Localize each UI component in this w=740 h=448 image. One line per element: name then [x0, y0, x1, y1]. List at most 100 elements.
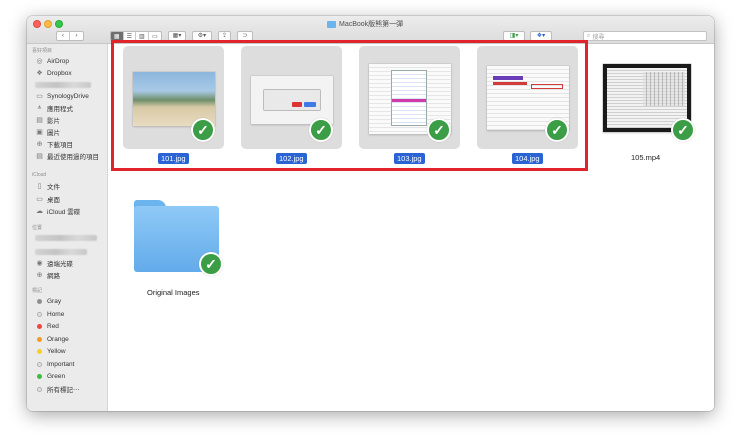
search-icon: ⌕ [587, 32, 591, 39]
sidebar-item-label: 遠端光碟 [47, 261, 73, 268]
share-icon: ⇪ [221, 33, 228, 39]
sidebar-item-documents[interactable]: ▯ 文件 [35, 181, 60, 191]
list-view-button[interactable]: ☰ [124, 32, 137, 40]
sidebar-item-tag-green[interactable]: Green [35, 371, 65, 381]
disc-icon: ◉ [36, 260, 43, 267]
sidebar-item-applications[interactable]: ⩚ 應用程式 [35, 103, 73, 113]
documents-icon: ▯ [37, 183, 42, 190]
tag-color-dot [37, 348, 42, 354]
downloads-icon: ⊕ [36, 141, 43, 148]
file-name: 105.mp4 [631, 153, 661, 162]
sidebar-item-label: SynologyDrive [47, 92, 89, 100]
sidebar-heading-favorites: 喜好項目 [32, 48, 53, 54]
sidebar-item-label: AirDrop [47, 57, 70, 65]
tag-color-dot [37, 336, 42, 342]
sidebar-item-tag-important[interactable]: Important [35, 359, 74, 369]
sidebar-item-label: Important [47, 360, 75, 368]
tag-color-dot [37, 361, 42, 367]
gear-icon: ⚙▾ [197, 33, 207, 39]
sidebar-item-label: 所有標記⋯ [47, 387, 80, 394]
sidebar-item-airdrop[interactable]: ◎ AirDrop [35, 56, 69, 66]
airdrop-icon: ◎ [36, 58, 43, 65]
pictures-icon: ▣ [36, 129, 43, 136]
sidebar-item-tag-home[interactable]: Home [35, 309, 64, 319]
file-name: Original Images [147, 288, 200, 297]
tag-color-dot [37, 386, 42, 392]
sidebar-item-downloads[interactable]: ⊕ 下載項目 [35, 139, 73, 149]
sidebar-item-label: Orange [47, 335, 69, 343]
file-item-105[interactable]: ✓ 105.mp4 [591, 46, 701, 186]
highlight-frame [111, 40, 588, 171]
sidebar: 喜好項目 ◎ AirDrop ❖ Dropbox ▭ SynologyDrive… [27, 44, 108, 411]
tag-color-dot [37, 373, 42, 379]
redacted-sidebar-item [35, 235, 97, 241]
column-view-button[interactable]: ▥ [136, 32, 149, 40]
folder-icon: ▭ [36, 93, 43, 100]
sidebar-item-label: 下載項目 [47, 142, 73, 149]
icon-view-button[interactable]: ▦ [111, 32, 124, 40]
synology-icon: ◨▾ [509, 33, 519, 39]
desktop-icon: ▭ [36, 196, 43, 203]
movies-icon: ▤ [36, 117, 43, 124]
network-icon: ⊕ [36, 272, 43, 279]
tag-icon: ⊃ [242, 33, 248, 39]
dropbox-icon: ❖ [36, 70, 43, 77]
search-field[interactable]: ⌕ 搜尋 [583, 31, 707, 41]
minimize-window-button[interactable] [44, 20, 52, 28]
sidebar-heading-locations: 位置 [32, 225, 43, 231]
close-window-button[interactable] [33, 20, 41, 28]
icloud-icon: ☁ [36, 208, 43, 215]
sidebar-item-label: Red [47, 322, 59, 330]
back-forward-control: ‹ › [56, 31, 84, 41]
sidebar-item-tag-yellow[interactable]: Yellow [35, 346, 66, 356]
sidebar-item-label: Gray [47, 297, 62, 305]
dropbox-icon: ❖▾ [536, 33, 546, 39]
sidebar-item-label: 文件 [47, 184, 60, 191]
tag-color-dot [37, 323, 42, 329]
sidebar-item-icloud-drive[interactable]: ☁ iCloud 雲碟 [35, 206, 80, 216]
sidebar-item-tag-gray[interactable]: Gray [35, 296, 61, 306]
checkmark-icon: ✓ [199, 252, 223, 276]
redacted-sidebar-item [35, 249, 87, 255]
tag-color-dot [37, 311, 42, 317]
sidebar-item-network[interactable]: ⊕ 網路 [35, 270, 60, 280]
checkmark-icon: ✓ [671, 118, 695, 142]
sidebar-item-remote-disc[interactable]: ◉ 遠端光碟 [35, 258, 73, 268]
zoom-window-button[interactable] [55, 20, 63, 28]
sidebar-item-label: Yellow [47, 347, 66, 355]
sidebar-item-label: Home [47, 310, 65, 318]
back-button[interactable]: ‹ [57, 32, 70, 40]
sidebar-item-label: Green [47, 372, 66, 380]
sidebar-item-tag-orange[interactable]: Orange [35, 334, 69, 344]
group-icon: ▦▾ [172, 33, 182, 39]
sidebar-heading-icloud: iCloud [32, 172, 47, 178]
sidebar-item-label: 圖片 [47, 130, 60, 137]
sidebar-item-dropbox[interactable]: ❖ Dropbox [35, 68, 72, 78]
sidebar-item-synologydrive[interactable]: ▭ SynologyDrive [35, 91, 89, 101]
search-placeholder: 搜尋 [592, 34, 605, 41]
sidebar-item-label: 桌面 [47, 197, 60, 204]
sidebar-item-label: 網路 [47, 273, 60, 280]
folder-icon [327, 20, 336, 28]
sidebar-heading-tags: 標記 [32, 288, 43, 294]
sidebar-item-label: iCloud 雲碟 [47, 209, 81, 216]
forward-button[interactable]: › [70, 32, 83, 40]
applications-icon: ⩚ [37, 104, 42, 111]
sidebar-item-label: 應用程式 [47, 106, 73, 113]
sidebar-item-label: Dropbox [47, 69, 72, 77]
window-title-text: MacBook版熊第一彈 [339, 21, 404, 28]
recents-icon: ▤ [36, 153, 43, 160]
sidebar-item-all-tags[interactable]: 所有標記⋯ [35, 384, 80, 394]
tag-color-dot [37, 298, 42, 304]
window-title: MacBook版熊第一彈 [327, 19, 403, 29]
sidebar-item-pictures[interactable]: ▣ 圖片 [35, 127, 60, 137]
sidebar-item-desktop[interactable]: ▭ 桌面 [35, 194, 60, 204]
folder-item-original-images[interactable]: ✓ Original Images [119, 192, 229, 302]
sidebar-item-recents[interactable]: ▤ 最近使用過的項目 [35, 151, 99, 161]
gallery-view-button[interactable]: ▭ [149, 32, 161, 40]
sidebar-item-tag-red[interactable]: Red [35, 321, 59, 331]
sidebar-item-label: 最近使用過的項目 [47, 154, 99, 161]
redacted-sidebar-item [35, 82, 91, 88]
sidebar-item-label: 影片 [47, 118, 60, 125]
sidebar-item-movies[interactable]: ▤ 影片 [35, 115, 60, 125]
